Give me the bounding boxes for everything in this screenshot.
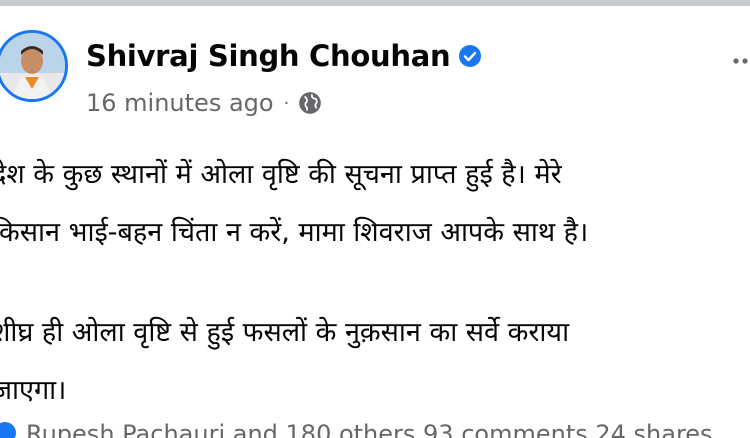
meta-separator: · xyxy=(283,92,290,114)
post-meta: 16 minutes ago · xyxy=(86,86,323,120)
more-options-icon[interactable] xyxy=(730,46,750,76)
post-text-line: शीघ्र ही ओला वृष्टि से हुई फसलों के नुक़… xyxy=(0,317,570,348)
post-text-line: देश के कुछ स्थानों में ओला वृष्टि की सूच… xyxy=(0,159,562,190)
verified-badge-icon xyxy=(459,45,482,67)
post-header: Shivraj Singh Chouhan 16 minutes ago · xyxy=(0,6,750,117)
avatar[interactable] xyxy=(0,30,68,102)
author-name[interactable]: Shivraj Singh Chouhan xyxy=(86,39,451,73)
post-text-line: किसान भाई-बहन चिंता न करें, मामा शिवराज … xyxy=(0,217,589,248)
post-text-line: जाएगा। xyxy=(0,375,67,406)
post-timestamp[interactable]: 16 minutes ago xyxy=(86,89,274,117)
reactions-summary[interactable]: Rupesh Pachauri and 180 others 93 commen… xyxy=(26,420,713,438)
author-row: Shivraj Singh Chouhan xyxy=(86,36,482,76)
avatar-image xyxy=(0,33,65,99)
like-reaction-icon xyxy=(0,422,16,438)
post-text: देश के कुछ स्थानों में ओला वृष्टि की सूच… xyxy=(0,146,750,420)
globe-icon[interactable] xyxy=(297,90,323,116)
reactions-bar: Rupesh Pachauri and 180 others 93 commen… xyxy=(0,418,750,438)
